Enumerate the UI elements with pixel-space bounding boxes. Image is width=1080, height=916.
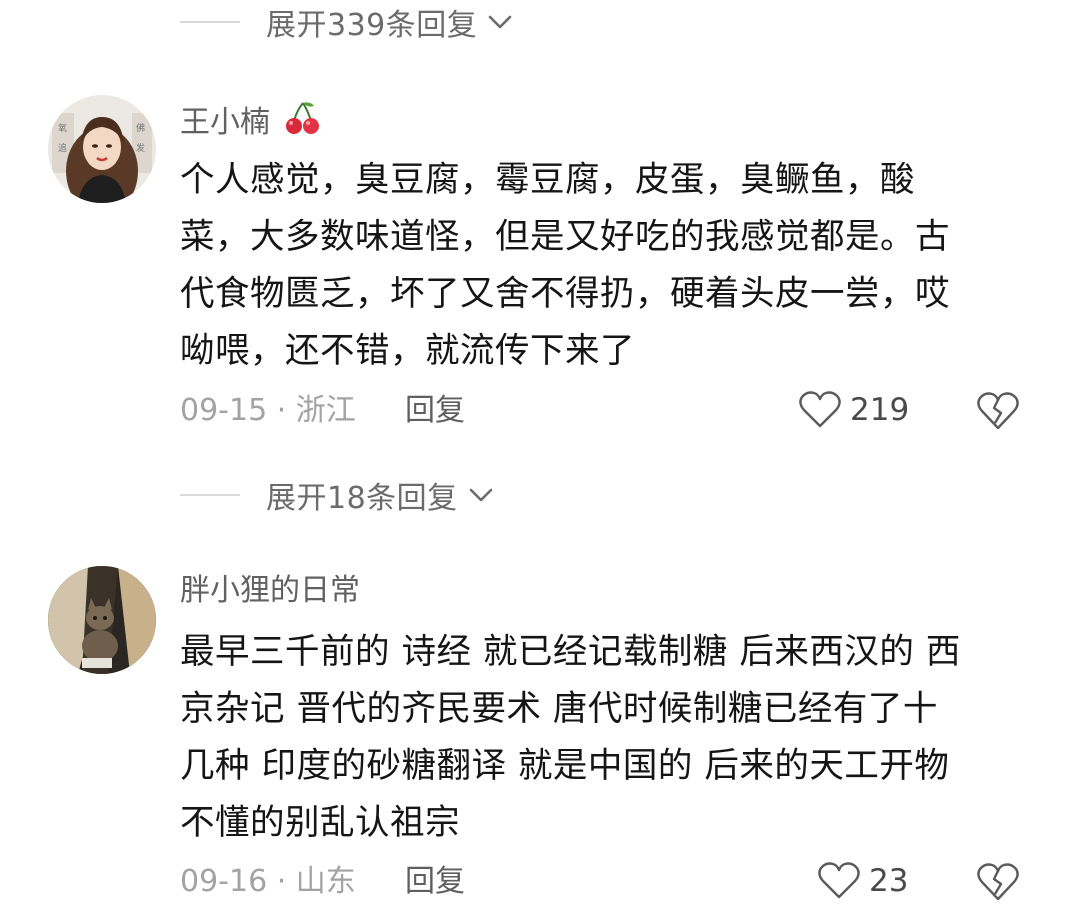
reply-button[interactable]: 回复: [405, 862, 465, 902]
comment-text-line: 几种 印度的砂糖翻译 就是中国的 后来的天工开物: [180, 746, 950, 786]
heart-icon: [799, 391, 841, 428]
comment-text-line: 呦喂，还不错，就流传下来了: [180, 331, 635, 371]
meta-separator: ·: [267, 864, 296, 899]
comment-text-line: 不懂的别乱认祖宗: [180, 803, 460, 843]
comment-text-line: 菜，大多数味道怪，但是又好吃的我感觉都是。古: [180, 217, 950, 257]
broken-heart-icon[interactable]: [976, 390, 1020, 432]
heart-icon: [818, 862, 860, 899]
expand-replies-button[interactable]: 展开339条回复: [180, 2, 515, 43]
comment-text: 个人感觉，臭豆腐，霉豆腐，皮蛋，臭鳜鱼，酸 菜，大多数味道怪，但是又好吃的我感觉…: [180, 152, 1030, 380]
divider-line: [180, 494, 240, 496]
avatar[interactable]: 氧 追 佛 发: [48, 95, 156, 203]
svg-text:氧: 氧: [58, 122, 67, 134]
comment-text-line: 个人感觉，臭豆腐，霉豆腐，皮蛋，臭鳜鱼，酸: [180, 160, 915, 200]
svg-text:佛: 佛: [136, 122, 145, 134]
svg-text:发: 发: [136, 142, 145, 154]
reply-button[interactable]: 回复: [405, 391, 465, 431]
comment-date: 09-16: [180, 864, 268, 899]
like-button[interactable]: 23: [817, 861, 908, 901]
comment-text-line: 京杂记 晋代的齐民要术 唐代时候制糖已经有了十: [180, 689, 938, 729]
comment-location: 浙江: [295, 393, 356, 428]
comment-text: 最早三千前的 诗经 就已经记载制糖 后来西汉的 西 京杂记 晋代的齐民要术 唐代…: [180, 624, 1030, 852]
comment-username[interactable]: 王小楠: [180, 100, 322, 143]
avatar[interactable]: [48, 566, 156, 674]
expand-replies-label: 展开339条回复: [266, 8, 478, 43]
like-count: 23: [869, 863, 909, 899]
chevron-down-icon: [469, 488, 492, 502]
comment-date: 09-15: [180, 393, 268, 428]
comment-location: 山东: [295, 864, 356, 899]
expand-replies-label: 展开18条回复: [266, 481, 458, 516]
chevron-down-icon: [488, 15, 512, 29]
svg-text:追: 追: [58, 142, 67, 154]
like-count: 219: [850, 392, 910, 428]
divider-line: [180, 21, 240, 23]
meta-separator: ·: [267, 393, 296, 428]
cherry-icon: [285, 102, 319, 134]
comment-text-line: 最早三千前的 诗经 就已经记载制糖 后来西汉的 西: [180, 632, 961, 672]
comment-meta: 09-15 · 浙江: [180, 391, 356, 431]
broken-heart-icon[interactable]: [976, 861, 1020, 903]
comment-text-line: 代食物匮乏，坏了又舍不得扔，硬着头皮一尝，哎: [180, 274, 950, 314]
expand-replies-button[interactable]: 展开18条回复: [180, 475, 496, 516]
like-button[interactable]: 219: [798, 390, 909, 430]
comment-meta: 09-16 · 山东: [180, 862, 356, 902]
comment-username[interactable]: 胖小狸的日常: [180, 571, 360, 611]
